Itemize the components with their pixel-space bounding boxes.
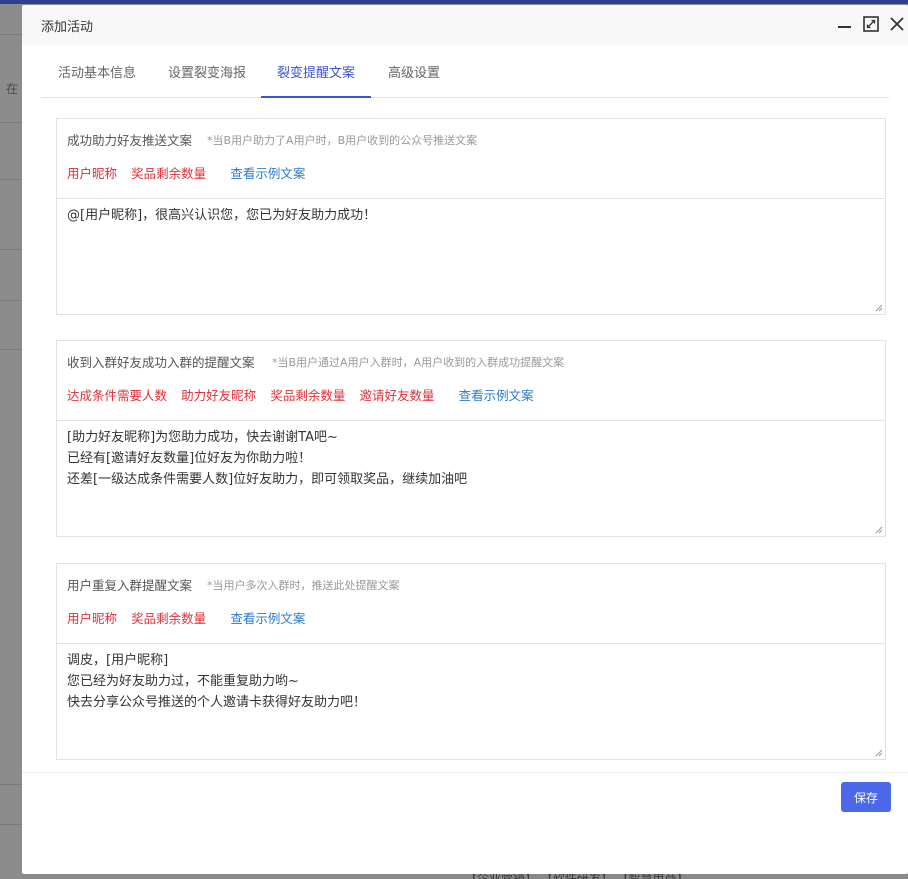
background-sidebar (0, 4, 22, 879)
save-button[interactable]: 保存 (841, 782, 891, 812)
resize-grip-icon[interactable] (875, 304, 883, 312)
section-body: [助力好友昵称]为您助力成功，快去谢谢TA吧~ 已经有[邀请好友数量]位好友为你… (57, 421, 885, 536)
background-divider (0, 122, 22, 123)
view-example-link[interactable]: 查看示例文案 (230, 163, 305, 182)
section-body: @[用户昵称]，很高兴认识您，您已为好友助力成功！ (57, 199, 885, 314)
section-help-success-copy: 成功助力好友推送文案 *当B用户助力了A用户时，B用户收到的公众号推送文案 用户… (56, 118, 886, 315)
section-header: 收到入群好友成功入群的提醒文案 *当B用户通过A用户入群时，A用户收到的入群成功… (57, 341, 885, 421)
resize-grip-icon[interactable] (875, 749, 883, 757)
resize-grip-icon[interactable] (875, 526, 883, 534)
background-divider (0, 179, 22, 180)
section-hint: *当B用户通过A用户入群时，A用户收到的入群成功提醒文案 (272, 356, 565, 369)
background-divider (0, 349, 22, 350)
background-divider (0, 249, 22, 250)
maximize-icon[interactable] (862, 15, 880, 33)
section-repeat-join-copy: 用户重复入群提醒文案 *当用户多次入群时，推送此处提醒文案 用户昵称 奖品剩余数… (56, 563, 886, 760)
tab-reminder-copy[interactable]: 裂变提醒文案 (261, 57, 371, 98)
background-divider (0, 300, 22, 301)
section-hint: *当B用户助力了A用户时，B用户收到的公众号推送文案 (207, 134, 478, 147)
variable-tags: 达成条件需要人数 助力好友昵称 奖品剩余数量 邀请好友数量 查看示例文案 (67, 385, 534, 403)
background-divider (0, 824, 22, 825)
add-activity-dialog: 添加活动 活动基本信息 设置裂变海报 裂变提醒文案 高级设置 成功助力好友推送文… (22, 5, 908, 874)
tab-basic-info[interactable]: 活动基本信息 (57, 57, 137, 98)
section-title: 成功助力好友推送文案 (67, 133, 193, 148)
tag-invited-count[interactable]: 邀请好友数量 (359, 385, 434, 404)
variable-tags: 用户昵称 奖品剩余数量 查看示例文案 (67, 608, 305, 626)
footer-divider (22, 772, 908, 773)
section-header: 成功助力好友推送文案 *当B用户助力了A用户时，B用户收到的公众号推送文案 用户… (57, 119, 885, 199)
tab-advanced-settings[interactable]: 高级设置 (386, 57, 442, 98)
copy-textarea[interactable]: @[用户昵称]，很高兴认识您，您已为好友助力成功！ (57, 199, 885, 314)
close-icon[interactable] (888, 15, 906, 33)
tab-poster-settings[interactable]: 设置裂变海报 (167, 57, 247, 98)
minimize-icon[interactable] (836, 15, 854, 33)
copy-textarea[interactable]: [助力好友昵称]为您助力成功，快去谢谢TA吧~ 已经有[邀请好友数量]位好友为你… (57, 421, 885, 536)
tag-prize-remaining[interactable]: 奖品剩余数量 (270, 385, 345, 404)
background-divider (0, 784, 22, 785)
background-text: 在 (6, 82, 19, 96)
section-group-join-copy: 收到入群好友成功入群的提醒文案 *当B用户通过A用户入群时，A用户收到的入群成功… (56, 340, 886, 537)
variable-tags: 用户昵称 奖品剩余数量 查看示例文案 (67, 163, 305, 181)
view-example-link[interactable]: 查看示例文案 (230, 608, 305, 627)
section-title: 用户重复入群提醒文案 (67, 578, 193, 593)
section-hint: *当用户多次入群时，推送此处提醒文案 (207, 579, 400, 592)
view-example-link[interactable]: 查看示例文案 (459, 385, 534, 404)
dialog-title: 添加活动 (41, 20, 94, 35)
background-top-bar (0, 0, 908, 4)
tag-required-count[interactable]: 达成条件需要人数 (67, 385, 167, 404)
copy-textarea[interactable]: 调皮，[用户昵称] 您已经为好友助力过，不能重复助力哟~ 快去分享公众号推送的个… (57, 644, 885, 759)
tag-prize-remaining[interactable]: 奖品剩余数量 (131, 608, 206, 627)
section-title: 收到入群好友成功入群的提醒文案 (67, 355, 255, 370)
background-divider (0, 34, 22, 35)
tag-helper-nickname[interactable]: 助力好友昵称 (181, 385, 256, 404)
tag-user-nickname[interactable]: 用户昵称 (67, 608, 117, 627)
section-header: 用户重复入群提醒文案 *当用户多次入群时，推送此处提醒文案 用户昵称 奖品剩余数… (57, 564, 885, 644)
tag-prize-remaining[interactable]: 奖品剩余数量 (131, 163, 206, 182)
tag-user-nickname[interactable]: 用户昵称 (67, 163, 117, 182)
tab-bar: 活动基本信息 设置裂变海报 裂变提醒文案 高级设置 (41, 57, 889, 98)
section-body: 调皮，[用户昵称] 您已经为好友助力过，不能重复助力哟~ 快去分享公众号推送的个… (57, 644, 885, 759)
dialog-header: 添加活动 (22, 5, 908, 45)
